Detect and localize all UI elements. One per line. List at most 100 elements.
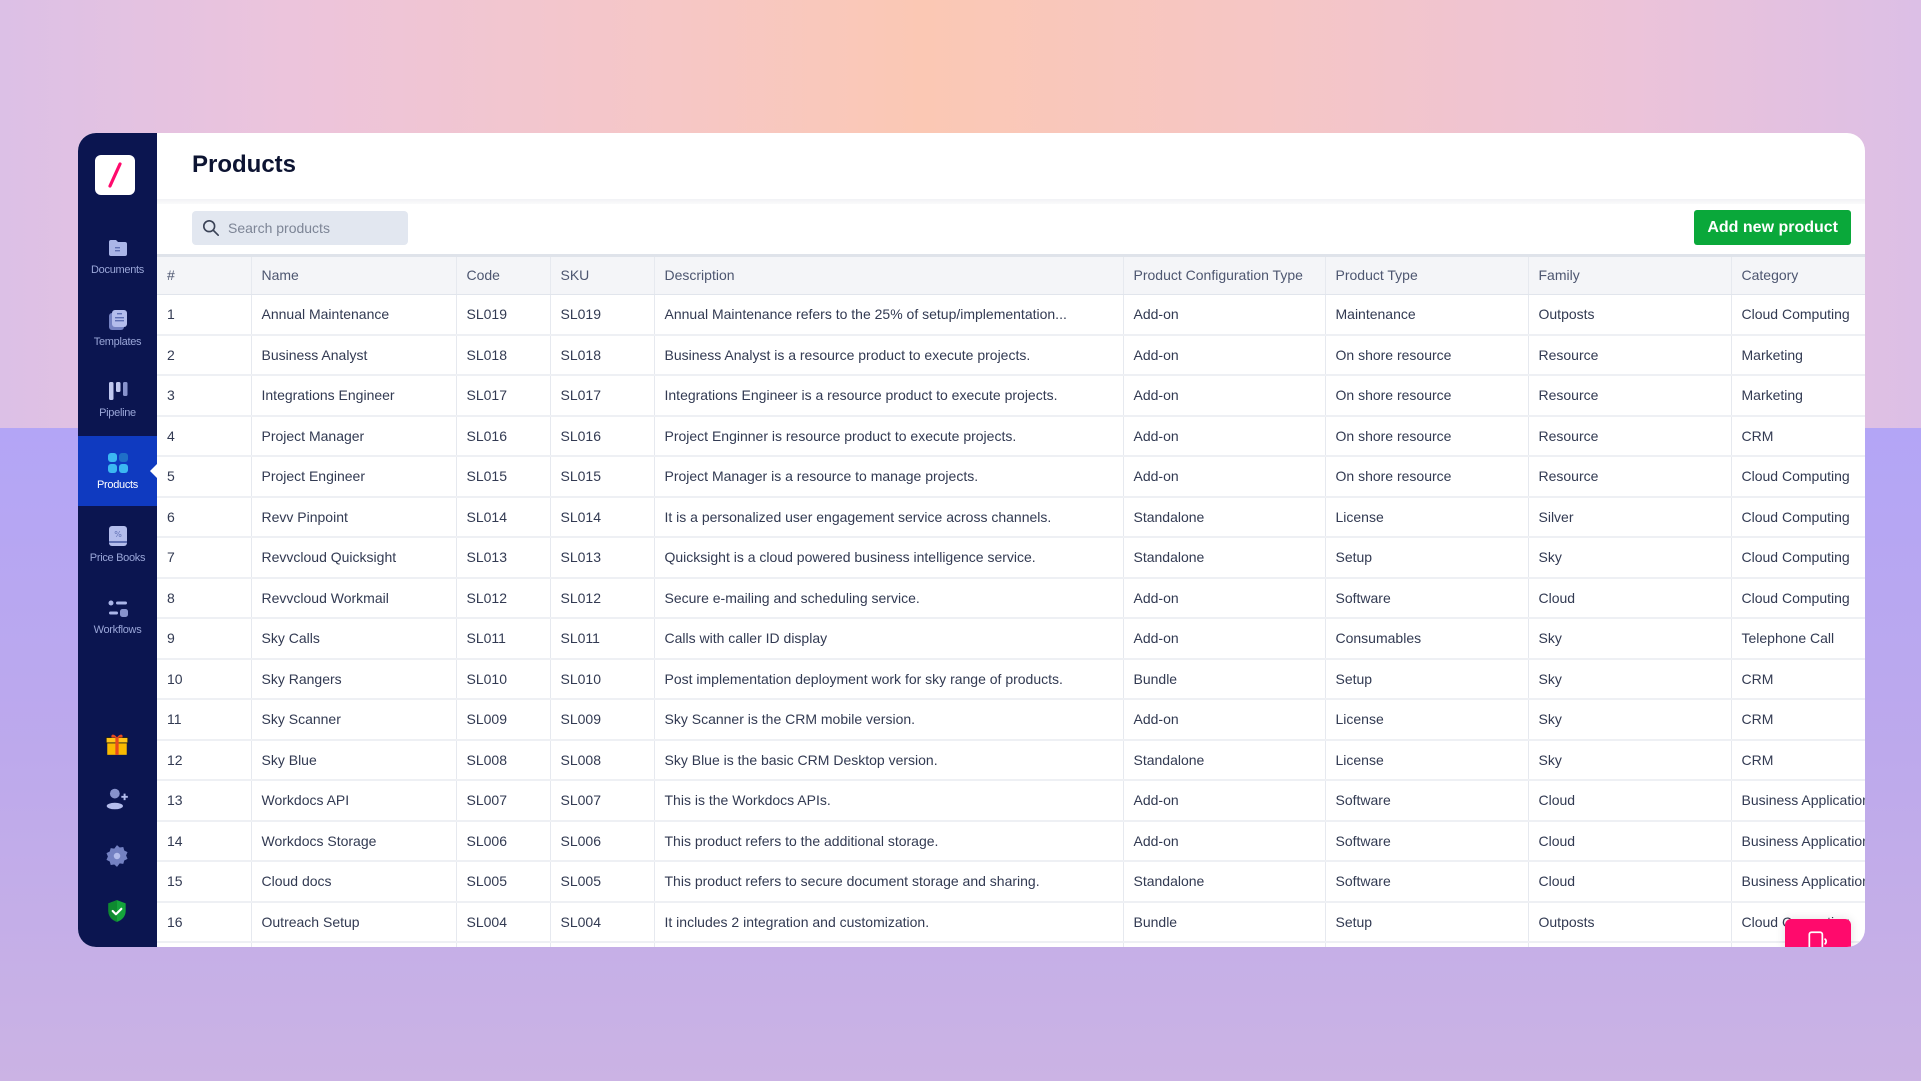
product-description-cell: Integrations Engineer is a resource prod… [654, 375, 1124, 417]
table-row[interactable]: 8 Revvcloud Workmail SL012 SL012 Secure e-ma… [157, 577, 1865, 619]
product-family-cell [1528, 942, 1732, 947]
chat-fab-button[interactable] [1785, 919, 1851, 947]
table-row[interactable]: 9 Sky Calls SL011 SL011 Calls with caller ID… [157, 618, 1865, 660]
column-header-number[interactable]: # [157, 257, 252, 295]
row-number-cell: 7 [157, 537, 252, 579]
table-row[interactable]: 7 Revvcloud Quicksight SL013 SL013 Quicksigh… [157, 537, 1865, 579]
column-header-code[interactable]: Code [456, 257, 551, 295]
search-icon [202, 219, 220, 237]
row-number-cell: 9 [157, 618, 252, 660]
product-type-cell: Setup [1325, 658, 1529, 700]
add-new-product-button[interactable]: Add new product [1694, 210, 1851, 245]
column-header-category[interactable]: Category [1731, 257, 1865, 295]
column-header-name[interactable]: Name [251, 257, 457, 295]
row-number-cell: 2 [157, 334, 252, 376]
product-name-cell[interactable]: Sky Calls [251, 618, 457, 660]
product-description-cell: Business Analyst is a resource product t… [654, 334, 1124, 376]
product-code-cell: SL010 [456, 658, 551, 700]
configuration-type-cell: Add-on [1123, 618, 1326, 660]
product-name-cell[interactable]: Integrations Engineer [251, 375, 457, 417]
table-row[interactable]: 15 Cloud docs SL005 SL005 This product refer… [157, 861, 1865, 903]
search-input[interactable] [228, 220, 398, 236]
product-name-cell[interactable]: Business Analyst [251, 334, 457, 376]
sidebar-item-workflows[interactable]: Workflows [78, 581, 157, 651]
table-row[interactable]: 14 Workdocs Storage SL006 SL006 This product… [157, 820, 1865, 862]
product-description-cell: Secure e-mailing and scheduling service. [654, 577, 1124, 619]
table-row[interactable]: 4 Project Manager SL016 SL016 Project Enginn… [157, 415, 1865, 457]
table-row[interactable]: 5 Project Engineer SL015 SL015 Project Manag… [157, 456, 1865, 498]
product-code-cell: SL006 [456, 820, 551, 862]
products-table: # Name Code SKU Description Product Conf… [157, 257, 1865, 947]
table-row[interactable]: 6 Revv Pinpoint SL014 SL014 It is a personal… [157, 496, 1865, 538]
sidebar-item-templates[interactable]: Templates [78, 293, 157, 363]
product-name-cell[interactable] [251, 942, 457, 947]
product-sku-cell: SL005 [550, 861, 655, 903]
product-name-cell[interactable]: Cloud docs [251, 861, 457, 903]
product-sku-cell: SL013 [550, 537, 655, 579]
row-number-cell: 13 [157, 780, 252, 822]
slash-logo-icon [108, 162, 122, 188]
price-book-icon: % [108, 526, 127, 546]
column-header-description[interactable]: Description [654, 257, 1124, 295]
table-row[interactable]: 2 Business Analyst SL018 SL018 Business Anal… [157, 334, 1865, 376]
table-row[interactable]: 12 Sky Blue SL008 SL008 Sky Blue is the basi… [157, 739, 1865, 781]
column-header-configuration-type[interactable]: Product Configuration Type [1123, 257, 1326, 295]
product-name-cell[interactable]: Outreach Setup [251, 901, 457, 943]
product-name-cell[interactable]: Sky Blue [251, 739, 457, 781]
product-type-cell: License [1325, 699, 1529, 741]
product-type-cell: On shore resource [1325, 375, 1529, 417]
configuration-type-cell: Standalone [1123, 496, 1326, 538]
sidebar-item-documents[interactable]: Documents [78, 221, 157, 291]
product-name-cell[interactable]: Annual Maintenance [251, 294, 457, 336]
row-number-cell: 10 [157, 658, 252, 700]
product-category-cell: Business Applications [1731, 820, 1865, 862]
app-logo[interactable] [95, 155, 135, 195]
column-header-product-type[interactable]: Product Type [1325, 257, 1529, 295]
table-row[interactable]: 10 Sky Rangers SL010 SL010 Post implementati… [157, 658, 1865, 700]
product-name-cell[interactable]: Project Engineer [251, 456, 457, 498]
product-name-cell[interactable]: Project Manager [251, 415, 457, 457]
product-type-cell: On shore resource [1325, 415, 1529, 457]
column-header-family[interactable]: Family [1528, 257, 1732, 295]
product-name-cell[interactable]: Workdocs API [251, 780, 457, 822]
product-code-cell: SL012 [456, 577, 551, 619]
product-category-cell: Business Applications [1731, 861, 1865, 903]
gift-icon[interactable] [103, 730, 131, 758]
product-name-cell[interactable]: Revvcloud Quicksight [251, 537, 457, 579]
product-code-cell: SL011 [456, 618, 551, 660]
column-header-sku[interactable]: SKU [550, 257, 655, 295]
table-row[interactable] [157, 942, 1865, 947]
product-name-cell[interactable]: Sky Scanner [251, 699, 457, 741]
table-row[interactable]: 13 Workdocs API SL007 SL007 This is the Work… [157, 780, 1865, 822]
gear-icon[interactable] [103, 842, 131, 870]
shield-check-icon[interactable] [103, 897, 131, 925]
table-row[interactable]: 1 Annual Maintenance SL019 SL019 Annual Main… [157, 294, 1865, 336]
table-row[interactable]: 3 Integrations Engineer SL017 SL017 Integrat… [157, 375, 1865, 417]
product-sku-cell: SL019 [550, 294, 655, 336]
table-row[interactable]: 11 Sky Scanner SL009 SL009 Sky Scanner is th… [157, 699, 1865, 741]
sidebar-item-products[interactable]: Products [78, 436, 157, 506]
main-content: Products Add new product # Name Code SKU [157, 133, 1865, 947]
configuration-type-cell: Add-on [1123, 780, 1326, 822]
product-name-cell[interactable]: Revv Pinpoint [251, 496, 457, 538]
sidebar-item-pipeline[interactable]: Pipeline [78, 364, 157, 434]
product-family-cell: Sky [1528, 658, 1732, 700]
configuration-type-cell: Standalone [1123, 739, 1326, 781]
product-name-cell[interactable]: Revvcloud Workmail [251, 577, 457, 619]
svg-text:%: % [114, 530, 122, 539]
add-user-icon[interactable] [103, 785, 131, 813]
product-code-cell: SL017 [456, 375, 551, 417]
table-row[interactable]: 16 Outreach Setup SL004 SL004 It includes 2 … [157, 901, 1865, 943]
product-type-cell: License [1325, 496, 1529, 538]
configuration-type-cell: Add-on [1123, 820, 1326, 862]
configuration-type-cell: Add-on [1123, 294, 1326, 336]
search-box[interactable] [192, 211, 408, 245]
product-type-cell: On shore resource [1325, 456, 1529, 498]
sidebar-item-price-books[interactable]: % Price Books [78, 509, 157, 579]
product-category-cell: Cloud Computing [1731, 456, 1865, 498]
product-code-cell: SL018 [456, 334, 551, 376]
product-name-cell[interactable]: Sky Rangers [251, 658, 457, 700]
product-name-cell[interactable]: Workdocs Storage [251, 820, 457, 862]
product-category-cell: Cloud Computing [1731, 496, 1865, 538]
product-type-cell [1325, 942, 1529, 947]
